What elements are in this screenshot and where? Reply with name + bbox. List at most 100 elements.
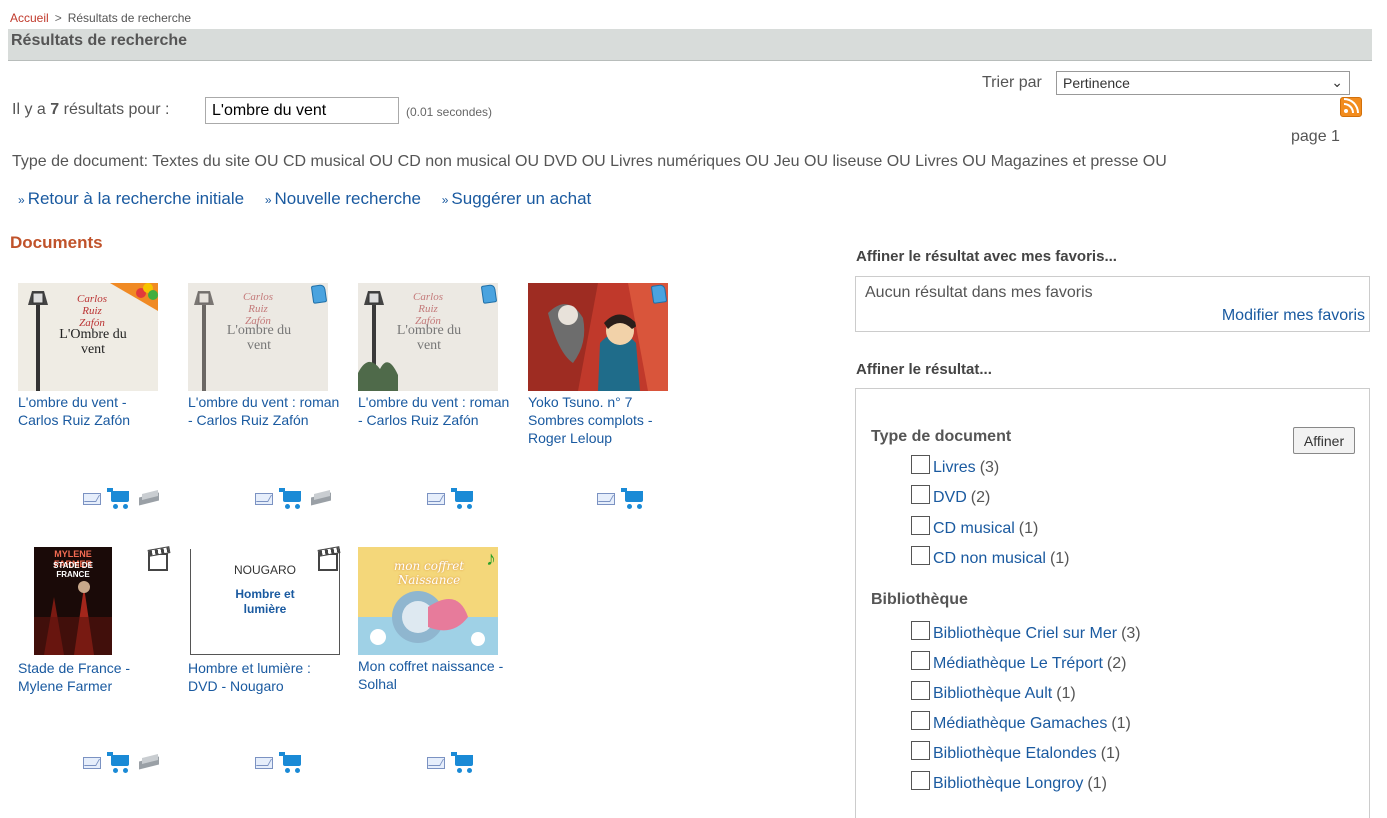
document-title-link[interactable]: L'ombre du vent : roman - Carlos Ruiz Za… xyxy=(358,393,510,429)
facet-checkbox[interactable] xyxy=(911,485,930,504)
document-title-link[interactable]: Stade de France - Mylene Farmer xyxy=(18,659,168,695)
mail-icon[interactable] xyxy=(83,757,101,769)
mail-icon[interactable] xyxy=(255,493,273,505)
suggest-purchase-link[interactable]: Suggérer un achat xyxy=(451,189,591,208)
cover-image[interactable]: MYLENE FARMER STADE DE FRANCE xyxy=(34,547,112,655)
book-icon[interactable] xyxy=(310,490,332,507)
facet-label[interactable]: Bibliothèque Etalondes xyxy=(933,745,1097,762)
cover-image[interactable]: Carlos Ruiz Zafón L'Ombre du vent xyxy=(18,283,158,391)
refine-button[interactable]: Affiner xyxy=(1293,427,1355,454)
page-number: page 1 xyxy=(1291,128,1340,145)
facet-label[interactable]: CD musical xyxy=(933,520,1015,537)
cover-title: Hombre et lumière xyxy=(235,587,295,616)
facet-item[interactable]: CD musical (1) xyxy=(911,516,1038,538)
document-actions xyxy=(255,488,334,510)
document-title-link[interactable]: L'ombre du vent - Carlos Ruiz Zafón xyxy=(18,393,170,429)
search-input[interactable] xyxy=(205,97,399,124)
facet-checkbox[interactable] xyxy=(911,711,930,730)
facet-checkbox[interactable] xyxy=(911,681,930,700)
sort-selected-value: Pertinence xyxy=(1063,75,1130,91)
facet-item[interactable]: Bibliothèque Longroy (1) xyxy=(911,771,1107,793)
facet-label[interactable]: CD non musical xyxy=(933,550,1046,567)
document-item[interactable]: Carlos Ruiz Zafón L'ombre du vent L'ombr… xyxy=(188,283,340,429)
document-title-link[interactable]: L'ombre du vent : roman - Carlos Ruiz Za… xyxy=(188,393,340,429)
sort-select[interactable]: Pertinence ⌄ xyxy=(1056,71,1350,95)
facet-item[interactable]: CD non musical (1) xyxy=(911,546,1070,568)
document-item[interactable]: NOUGARO Hombre et lumière xyxy=(190,549,342,655)
modify-favorites-link[interactable]: Modifier mes favoris xyxy=(1222,307,1365,325)
facet-checkbox[interactable] xyxy=(911,741,930,760)
document-item[interactable]: Yoko Tsuno. n° 7 Sombres complots - Roge… xyxy=(528,283,680,447)
facet-item[interactable]: Médiathèque Gamaches (1) xyxy=(911,711,1131,733)
document-actions xyxy=(597,488,647,510)
facet-label[interactable]: Bibliothèque Criel sur Mer xyxy=(933,625,1117,642)
document-item[interactable]: MYLENE FARMER STADE DE FRANCE xyxy=(34,547,186,655)
facet-group-title: Bibliothèque xyxy=(871,591,968,608)
facet-item[interactable]: Bibliothèque Etalondes (1) xyxy=(911,741,1120,763)
results-summary: Il y a 7 résultats pour : xyxy=(12,101,169,119)
facet-label[interactable]: Bibliothèque Longroy xyxy=(933,775,1083,792)
document-title-link[interactable]: Yoko Tsuno. n° 7 Sombres complots - Roge… xyxy=(528,393,680,447)
document-actions xyxy=(427,752,477,774)
facet-checkbox[interactable] xyxy=(911,516,930,535)
breadcrumb-separator: > xyxy=(54,11,62,25)
facet-label[interactable]: Livres xyxy=(933,459,976,476)
cart-icon[interactable] xyxy=(279,488,303,510)
page-title: Résultats de recherche xyxy=(8,29,1372,61)
mail-icon[interactable] xyxy=(255,757,273,769)
cart-icon[interactable] xyxy=(451,488,475,510)
facet-item[interactable]: Médiathèque Le Tréport (2) xyxy=(911,651,1126,673)
mail-icon[interactable] xyxy=(427,493,445,505)
document-actions xyxy=(427,488,477,510)
cover-image[interactable]: Carlos Ruiz Zafón L'ombre du vent xyxy=(188,283,328,391)
facet-count: (1) xyxy=(1087,775,1107,792)
book-icon[interactable] xyxy=(138,754,160,771)
facet-item[interactable]: Livres (3) xyxy=(911,455,999,477)
facet-count: (3) xyxy=(979,459,1000,476)
new-search-link[interactable]: Nouvelle recherche xyxy=(275,189,421,208)
facet-checkbox[interactable] xyxy=(911,621,930,640)
facet-group-title: Type de document xyxy=(871,428,1012,445)
document-item[interactable]: Carlos Ruiz Zafón L'Ombre du vent L'ombr… xyxy=(18,283,170,429)
facet-checkbox[interactable] xyxy=(911,455,930,474)
facet-label[interactable]: Bibliothèque Ault xyxy=(933,685,1052,702)
cart-icon[interactable] xyxy=(107,488,131,510)
facet-label[interactable]: DVD xyxy=(933,489,967,506)
facet-item[interactable]: Bibliothèque Criel sur Mer (3) xyxy=(911,621,1141,643)
facet-count: (2) xyxy=(970,489,991,506)
favorites-panel: Aucun résultat dans mes favoris Modifier… xyxy=(855,276,1370,332)
document-actions xyxy=(255,752,305,774)
mail-icon[interactable] xyxy=(83,493,101,505)
cart-icon[interactable] xyxy=(621,488,645,510)
breadcrumb: Accueil > Résultats de recherche xyxy=(10,11,191,25)
music-note-icon: ♪ xyxy=(486,548,496,570)
favorites-heading: Affiner le résultat avec mes favoris... xyxy=(856,248,1117,265)
cover-title: mon coffret Naissance xyxy=(393,559,465,587)
facet-item[interactable]: DVD (2) xyxy=(911,485,990,507)
cover-image[interactable] xyxy=(528,283,668,391)
mail-icon[interactable] xyxy=(597,493,615,505)
facet-checkbox[interactable] xyxy=(911,771,930,790)
facet-label[interactable]: Médiathèque Le Tréport xyxy=(933,655,1103,672)
book-icon[interactable] xyxy=(138,490,160,507)
facet-item[interactable]: Bibliothèque Ault (1) xyxy=(911,681,1076,703)
breadcrumb-home-link[interactable]: Accueil xyxy=(10,11,49,25)
facet-checkbox[interactable] xyxy=(911,546,930,565)
mail-icon[interactable] xyxy=(427,757,445,769)
cart-icon[interactable] xyxy=(451,752,475,774)
cover-image[interactable]: mon coffret Naissance ♪ xyxy=(358,547,498,655)
book-icon xyxy=(310,284,328,304)
cart-icon[interactable] xyxy=(279,752,303,774)
facet-label[interactable]: Médiathèque Gamaches xyxy=(933,715,1107,732)
cover-image[interactable]: Carlos Ruiz Zafón L'ombre du vent xyxy=(358,283,498,391)
document-title-link[interactable]: Hombre et lumière : DVD - Nougaro xyxy=(188,659,338,695)
document-item[interactable]: Carlos Ruiz Zafón L'ombre du vent L'ombr… xyxy=(358,283,510,429)
cart-icon[interactable] xyxy=(107,752,131,774)
document-item[interactable]: mon coffret Naissance ♪ Mon coffret nais… xyxy=(358,547,510,693)
rss-feed-icon[interactable] xyxy=(1340,97,1362,117)
document-title-link[interactable]: Mon coffret naissance - Solhal xyxy=(358,657,510,693)
facet-count: (1) xyxy=(1111,715,1131,732)
back-to-search-link[interactable]: Retour à la recherche initiale xyxy=(28,189,244,208)
facet-checkbox[interactable] xyxy=(911,651,930,670)
favorites-empty-text: Aucun résultat dans mes favoris xyxy=(865,284,1093,301)
